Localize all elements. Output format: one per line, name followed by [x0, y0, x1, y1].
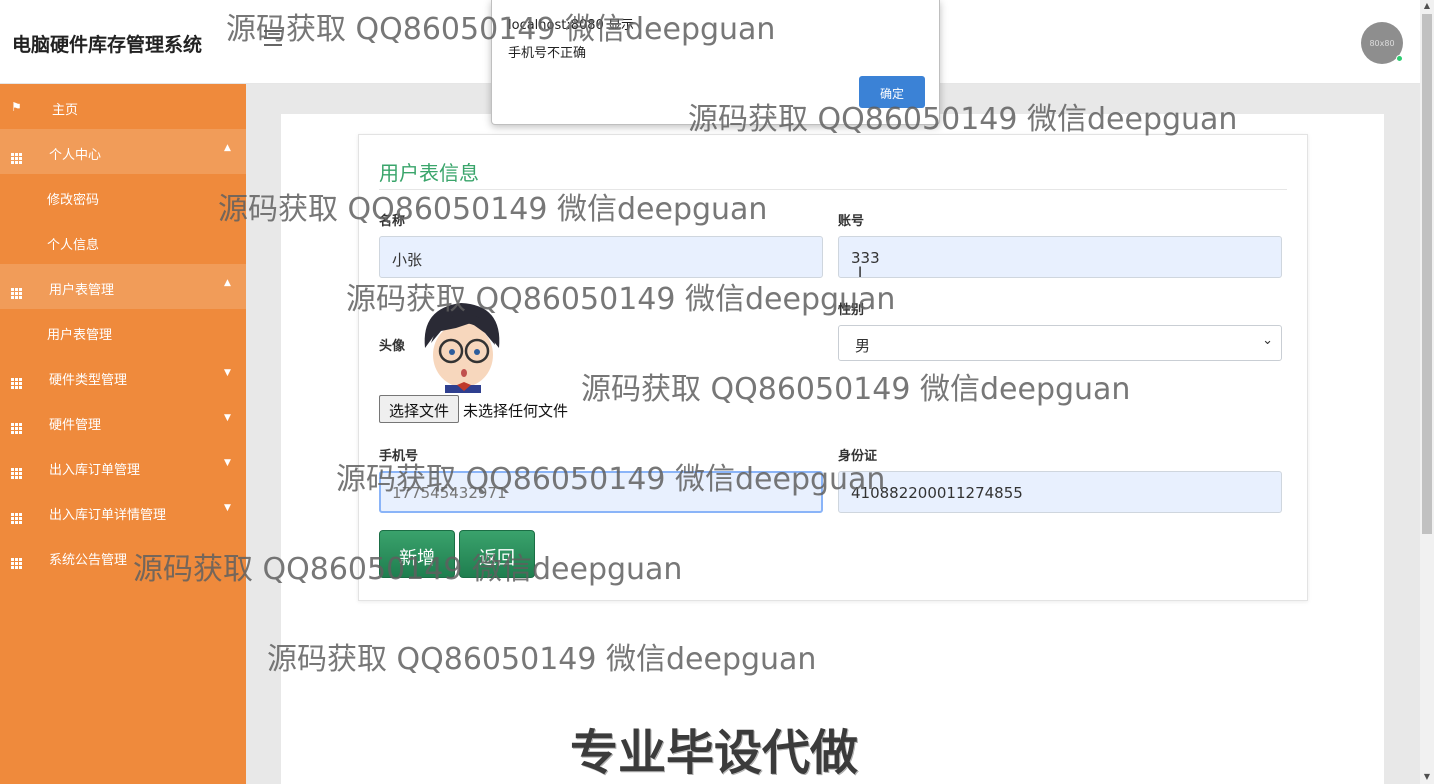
watermark: 源码获取 QQ86050149 微信deepguan: [267, 642, 817, 677]
form-title: 用户表信息: [379, 161, 479, 185]
text-cursor-icon: I: [858, 265, 863, 281]
gender-select[interactable]: 男 ⌄: [838, 325, 1282, 361]
online-status-icon: [1396, 55, 1403, 62]
idcard-field[interactable]: 410882200011274855: [838, 471, 1282, 513]
chevron-down-icon: ▼: [224, 413, 231, 423]
watermark: 源码获取 QQ86050149 微信deepguan: [226, 12, 776, 47]
scrollbar-thumb[interactable]: [1422, 14, 1432, 534]
sidebar-item-hardware[interactable]: 硬件管理 ▼: [0, 399, 246, 444]
grid-icon: [11, 460, 22, 479]
sidebar-item-label: 主页: [52, 103, 79, 118]
watermark-banner: 专业毕设代做: [570, 725, 859, 781]
grid-icon: [11, 370, 22, 389]
app-title: 电脑硬件库存管理系统: [12, 34, 203, 56]
grid-icon: [11, 415, 22, 434]
grid-icon: [11, 505, 22, 524]
watermark: 源码获取 QQ86050149 微信deepguan: [581, 372, 1131, 407]
sidebar-subitem-label: 个人信息: [47, 238, 100, 253]
scroll-up-icon[interactable]: ▲: [1421, 1, 1433, 10]
sidebar-item-stock-orders[interactable]: 出入库订单管理 ▼: [0, 444, 246, 489]
chevron-down-icon: ▼: [224, 503, 231, 513]
watermark: 源码获取 QQ86050149 微信deepguan: [336, 462, 886, 497]
sidebar-subitem-label: 修改密码: [47, 193, 100, 208]
chevron-down-icon: ⌄: [1262, 333, 1273, 348]
sidebar-item-label: 硬件管理: [49, 418, 102, 433]
sidebar: ⚑ 主页 个人中心 ▲ 修改密码 个人信息 用户表管理 ▲ 用户表管理 硬件类型…: [0, 84, 246, 784]
gender-selected-value: 男: [855, 337, 871, 355]
flag-icon: ⚑: [11, 100, 22, 114]
sidebar-item-label: 出入库订单详情管理: [49, 508, 167, 523]
sidebar-subitem-label: 用户表管理: [47, 328, 113, 343]
chevron-down-icon: ▼: [224, 458, 231, 468]
grid-icon: [11, 145, 22, 164]
sidebar-subitem-personal-info[interactable]: 个人信息: [0, 219, 246, 264]
chevron-up-icon: ▲: [224, 143, 231, 153]
name-field[interactable]: 小张: [379, 236, 823, 278]
grid-icon: [11, 280, 22, 299]
account-label: 账号: [838, 214, 865, 229]
sidebar-item-hardware-type[interactable]: 硬件类型管理 ▼: [0, 354, 246, 399]
sidebar-item-label: 硬件类型管理: [49, 373, 128, 388]
watermark: 源码获取 QQ86050149 微信deepguan: [688, 102, 1238, 137]
chevron-down-icon: ▼: [224, 368, 231, 378]
sidebar-item-home[interactable]: ⚑ 主页: [0, 84, 246, 129]
sidebar-item-label: 用户表管理: [49, 283, 115, 298]
watermark: 源码获取 QQ86050149 微信deepguan: [346, 282, 896, 317]
sidebar-item-personal-center[interactable]: 个人中心 ▲: [0, 129, 246, 174]
sidebar-item-label: 系统公告管理: [49, 553, 128, 568]
choose-file-button[interactable]: 选择文件: [379, 395, 459, 423]
chevron-up-icon: ▲: [224, 278, 231, 288]
sidebar-subitem-change-password[interactable]: 修改密码: [0, 174, 246, 219]
scroll-down-icon[interactable]: ▼: [1421, 772, 1433, 781]
sidebar-item-label: 个人中心: [49, 148, 102, 163]
grid-icon: [11, 550, 22, 569]
sidebar-subitem-user-management[interactable]: 用户表管理: [0, 309, 246, 354]
avatar-label: 头像: [379, 339, 406, 354]
watermark: 源码获取 QQ86050149 微信deepguan: [133, 552, 683, 587]
watermark: 源码获取 QQ86050149 微信deepguan: [218, 192, 768, 227]
account-field[interactable]: 333: [838, 236, 1282, 278]
sidebar-item-label: 出入库订单管理: [49, 463, 141, 478]
sidebar-item-stock-order-details[interactable]: 出入库订单详情管理 ▼: [0, 489, 246, 534]
sidebar-item-user-management[interactable]: 用户表管理 ▲: [0, 264, 246, 309]
file-status-text: 未选择任何文件: [463, 402, 569, 420]
